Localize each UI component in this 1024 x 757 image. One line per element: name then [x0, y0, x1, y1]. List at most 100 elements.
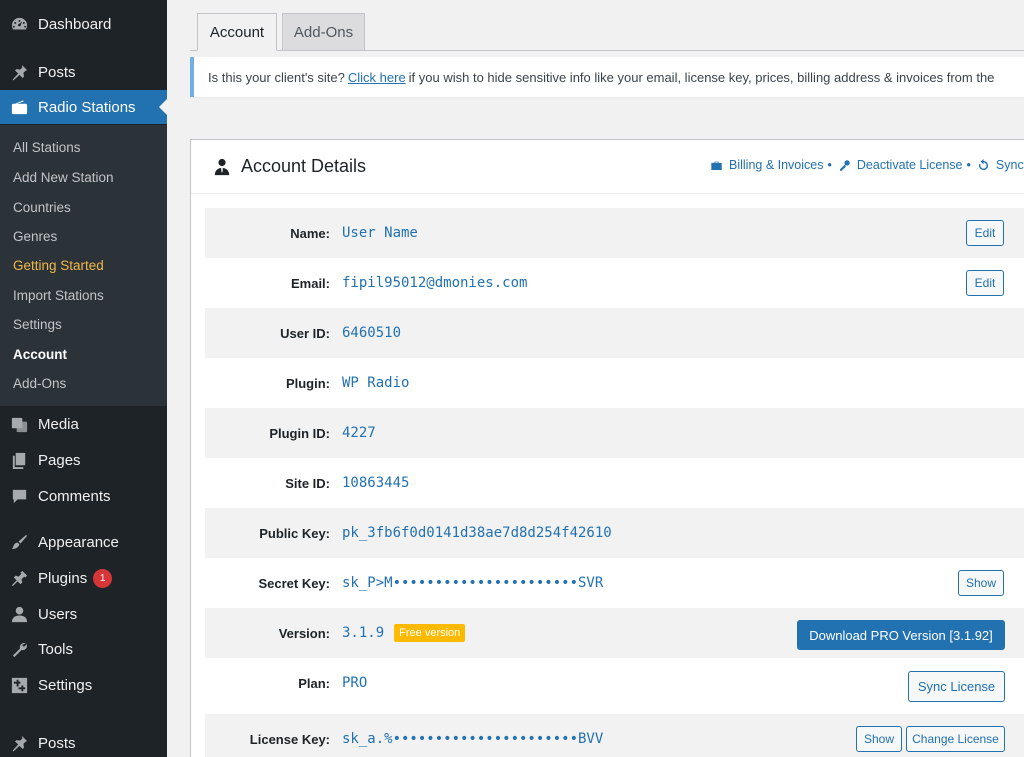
row-label: Email:: [290, 275, 330, 291]
menu-label: Posts: [38, 63, 76, 81]
row-label: Public Key:: [259, 525, 330, 541]
menu-label: Users: [38, 605, 78, 623]
license-key-value: sk_a.%••••••••••••••••••••••BVV: [342, 731, 604, 747]
name-value: User Name: [342, 225, 418, 241]
submenu-add-new-station[interactable]: Add New Station: [13, 170, 114, 185]
submenu-getting-started[interactable]: Getting Started: [13, 258, 104, 273]
menu-plugins[interactable]: Plugins 1: [0, 561, 167, 595]
key-icon: [839, 159, 850, 171]
row-site-id: Site ID: 10863445: [205, 458, 1024, 508]
admin-sidebar: Dashboard Posts Radio Stations All Stati…: [0, 0, 167, 757]
menu-label: Radio Stations: [38, 98, 136, 116]
billing-invoices-link[interactable]: Billing & Invoices: [710, 158, 824, 172]
deactivate-license-link[interactable]: Deactivate License: [838, 158, 963, 172]
billing-invoices-label: Billing & Invoices: [729, 158, 824, 172]
user-id-value: 6460510: [342, 325, 402, 341]
edit-email-button[interactable]: Edit: [966, 270, 1004, 296]
client-site-notice: Is this your client's site? Click here i…: [190, 57, 1024, 97]
account-details-card: Account Details Billing & Invoices • Dea…: [190, 139, 1024, 757]
menu-radio-stations[interactable]: Radio Stations: [0, 90, 167, 124]
sync-license-button[interactable]: Sync License: [908, 671, 1005, 702]
site-id-value: 10863445: [342, 475, 410, 491]
menu-label: Plugins: [38, 569, 88, 587]
card-title: Account Details: [213, 156, 366, 177]
row-license-key: License Key: sk_a.%•••••••••••••••••••••…: [205, 714, 1024, 757]
sync-link[interactable]: Sync: [977, 158, 1024, 172]
submenu-import-stations[interactable]: Import Stations: [13, 288, 104, 303]
row-email: Email: fipil95012@dmonies.com Edit: [205, 258, 1024, 308]
deactivate-license-label: Deactivate License: [856, 158, 963, 172]
download-pro-button[interactable]: Download PRO Version [3.1.92]: [797, 620, 1005, 650]
menu-media[interactable]: Media: [0, 407, 167, 441]
public-key-value: pk_3fb6f0d0141d38ae7d8d254f42610: [342, 525, 612, 541]
menu-posts-secondary[interactable]: Posts: [0, 726, 167, 757]
submenu-countries[interactable]: Countries: [13, 200, 71, 215]
row-user-id: User ID: 6460510: [205, 308, 1024, 358]
tab-account[interactable]: Account: [197, 13, 277, 51]
link-separator: •: [966, 158, 971, 172]
tab-add-ons[interactable]: Add-Ons: [282, 13, 365, 51]
sync-icon: [978, 158, 988, 170]
free-version-badge: Free version: [394, 624, 466, 642]
menu-label: Media: [38, 415, 79, 433]
show-license-key-button[interactable]: Show: [856, 726, 902, 752]
notice-prefix: Is this your client's site?: [208, 69, 345, 85]
paintbrush-icon: [0, 533, 38, 552]
row-label: Site ID:: [285, 475, 330, 491]
plugins-update-badge: 1: [93, 568, 113, 588]
link-separator: •: [827, 158, 832, 172]
row-label: Plan:: [298, 675, 330, 691]
show-secret-key-button[interactable]: Show: [958, 570, 1004, 596]
submenu-all-stations[interactable]: All Stations: [13, 140, 81, 155]
plugin-value: WP Radio: [342, 375, 410, 391]
current-menu-arrow: [159, 99, 167, 115]
plugins-icon: [0, 569, 38, 588]
row-secret-key: Secret Key: sk_P>M••••••••••••••••••••••…: [205, 558, 1024, 608]
menu-appearance[interactable]: Appearance: [0, 525, 167, 559]
comments-icon: [0, 487, 38, 506]
card-header: Account Details Billing & Invoices • Dea…: [191, 140, 1024, 194]
secret-key-value: sk_P>M••••••••••••••••••••••SVR: [342, 575, 604, 591]
submenu-genres[interactable]: Genres: [13, 229, 57, 244]
submenu-add-ons[interactable]: Add-Ons: [13, 376, 66, 391]
menu-pages[interactable]: Pages: [0, 443, 167, 477]
menu-tools[interactable]: Tools: [0, 632, 167, 666]
menu-label: Dashboard: [38, 15, 112, 33]
account-details-title: Account Details: [241, 156, 367, 176]
submenu-settings[interactable]: Settings: [13, 317, 62, 332]
row-public-key: Public Key: pk_3fb6f0d0141d38ae7d8d254f4…: [205, 508, 1024, 558]
hide-sensitive-info-link[interactable]: Click here: [348, 70, 406, 85]
sync-label: Sync: [995, 158, 1024, 172]
radio-icon: [0, 98, 38, 117]
row-label: License Key:: [249, 731, 330, 747]
menu-comments[interactable]: Comments: [0, 479, 167, 513]
radio-stations-submenu: All Stations Add New Station Countries G…: [0, 125, 167, 406]
users-icon: [0, 605, 38, 624]
settings-icon: [0, 676, 38, 695]
email-value: fipil95012@dmonies.com: [342, 275, 528, 291]
change-license-button[interactable]: Change License: [906, 726, 1005, 752]
edit-name-button[interactable]: Edit: [966, 220, 1004, 246]
menu-label: Posts: [38, 734, 76, 752]
menu-users[interactable]: Users: [0, 597, 167, 631]
pushpin-icon: [0, 63, 38, 82]
menu-settings[interactable]: Settings: [0, 668, 167, 702]
menu-label: Comments: [38, 487, 111, 505]
pages-icon: [0, 451, 38, 470]
menu-posts[interactable]: Posts: [0, 55, 167, 89]
wrench-icon: [0, 640, 38, 659]
user-icon: [214, 158, 230, 175]
row-label: Version:: [278, 625, 330, 641]
row-plugin-id: Plugin ID: 4227: [205, 408, 1024, 458]
menu-label: Tools: [38, 640, 74, 658]
row-label: Plugin:: [285, 375, 330, 391]
row-name: Name: User Name Edit: [205, 208, 1024, 258]
submenu-account[interactable]: Account: [13, 347, 67, 362]
menu-label: Pages: [38, 451, 81, 469]
menu-dashboard[interactable]: Dashboard: [0, 7, 167, 41]
dashboard-icon: [0, 15, 38, 34]
briefcase-icon: [711, 161, 722, 170]
notice-suffix: if you wish to hide sensitive info like …: [408, 69, 995, 85]
plan-value: PRO: [342, 675, 368, 691]
row-label: Name:: [290, 225, 330, 241]
